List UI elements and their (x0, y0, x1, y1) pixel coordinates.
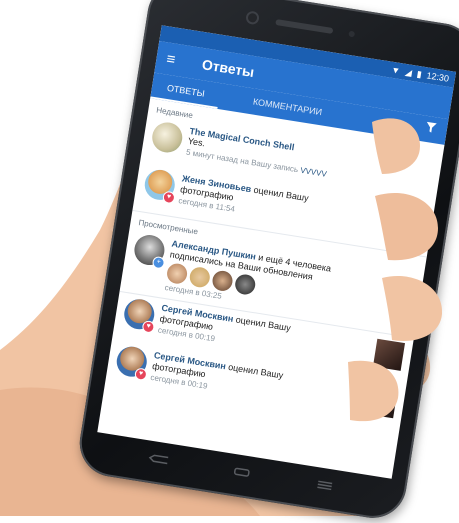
index-finger (372, 118, 420, 174)
middle-finger (375, 192, 438, 261)
little-finger (348, 360, 399, 422)
fingers-overlay (348, 118, 443, 422)
ring-finger (382, 275, 443, 341)
